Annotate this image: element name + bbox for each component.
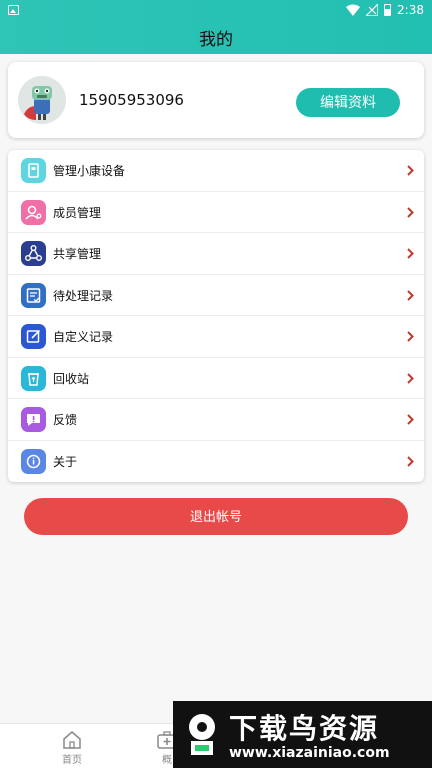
menu-item-pending-records[interactable]: 待处理记录 — [8, 275, 424, 316]
custom-records-icon — [21, 324, 46, 349]
feedback-icon — [21, 407, 46, 432]
chevron-right-icon — [407, 206, 414, 218]
menu-label: 关于 — [53, 454, 78, 469]
watermark-url: www.xiazainiao.com — [229, 745, 390, 761]
wifi-icon — [346, 4, 361, 16]
menu-item-members[interactable]: 成员管理 — [8, 192, 424, 233]
tab-label: 首页 — [62, 755, 82, 766]
menu-label: 反馈 — [53, 413, 78, 427]
tab-home[interactable]: 首页 — [42, 724, 102, 768]
chevron-right-icon — [407, 414, 414, 425]
chevron-right-icon — [407, 331, 414, 342]
menu-label: 待处理记录 — [53, 288, 114, 303]
logout-button[interactable]: 退出帐号 — [24, 498, 408, 535]
menu-item-custom-records[interactable]: 自定义记录 — [8, 316, 424, 358]
edit-profile-button[interactable]: 编辑资料 — [296, 88, 400, 117]
battery-icon — [384, 4, 392, 16]
about-icon — [21, 448, 46, 474]
watermark-banner: 下载鸟资源 www.xiazainiao.com — [173, 701, 432, 768]
menu-label: 回收站 — [53, 371, 90, 386]
menu-item-recycle-bin[interactable]: 回收站 — [8, 358, 424, 399]
status-bar: 2:38 — [0, 0, 432, 20]
watermark-title: 下载鸟资源 — [229, 712, 380, 745]
menu-list: 管理小康设备 成员管理 共享管理 待处理记录 自定义记录 回收站 反馈 关于 — [8, 150, 424, 482]
page-title: 我的 — [199, 30, 233, 50]
menu-label: 共享管理 — [53, 247, 102, 261]
status-icons: 2:38 — [346, 2, 424, 18]
chevron-right-icon — [407, 165, 414, 176]
menu-item-share[interactable]: 共享管理 — [8, 233, 424, 275]
menu-item-feedback[interactable]: 反馈 — [8, 399, 424, 441]
bird-logo-icon — [189, 714, 215, 755]
members-icon — [21, 199, 46, 225]
home-icon — [63, 731, 81, 749]
avatar[interactable] — [18, 76, 66, 124]
menu-label: 成员管理 — [53, 205, 102, 220]
menu-item-manage-devices[interactable]: 管理小康设备 — [8, 150, 424, 192]
pending-records-icon — [21, 282, 46, 308]
menu-label: 自定义记录 — [53, 330, 114, 344]
recycle-bin-icon — [21, 365, 46, 391]
app-header: 我的 — [0, 20, 432, 54]
status-time: 2:38 — [397, 3, 424, 17]
chevron-right-icon — [407, 455, 414, 467]
user-phone: 15905953096 — [79, 91, 184, 109]
profile-card: 15905953096 编辑资料 — [8, 62, 424, 138]
device-icon — [21, 158, 46, 183]
gallery-notification-icon — [8, 5, 19, 15]
chevron-right-icon — [407, 248, 414, 259]
menu-item-about[interactable]: 关于 — [8, 441, 424, 483]
menu-label: 管理小康设备 — [53, 164, 126, 178]
share-icon — [21, 241, 46, 266]
signal-icon — [366, 4, 379, 16]
chevron-right-icon — [407, 289, 414, 301]
chevron-right-icon — [407, 372, 414, 384]
